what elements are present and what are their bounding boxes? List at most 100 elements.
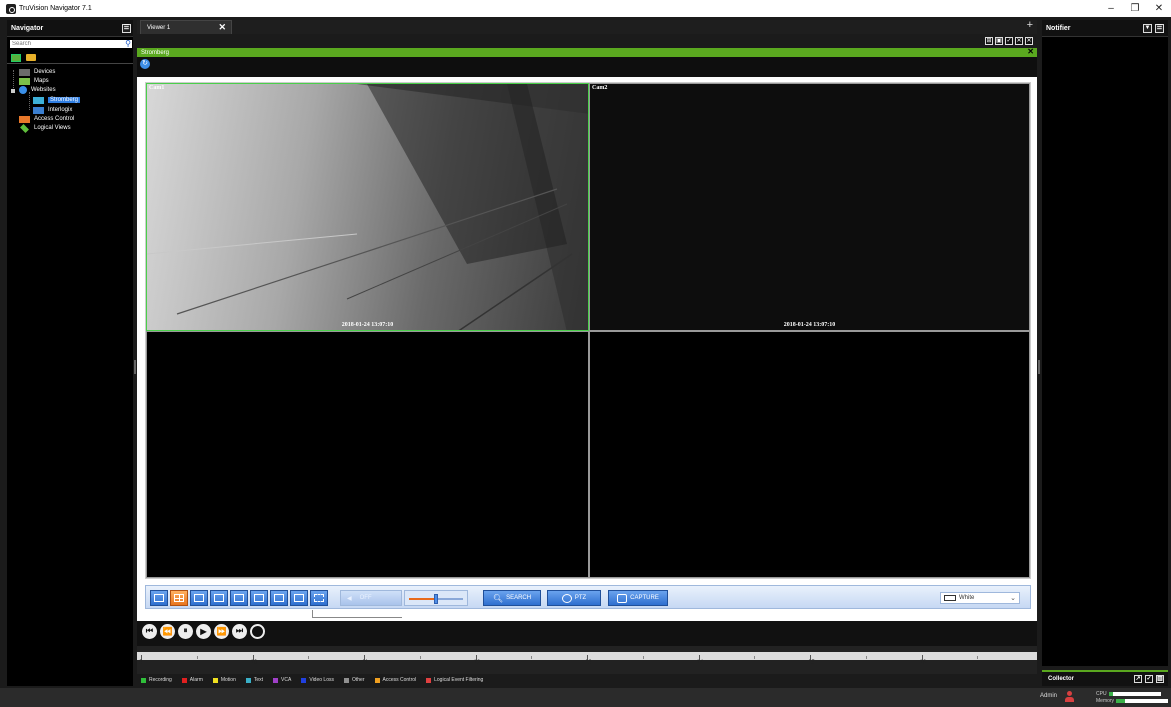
tab-label: Viewer 1	[147, 24, 171, 31]
timeline-minor-tick	[196, 656, 198, 659]
pause-icon[interactable]: ⏸	[178, 623, 193, 639]
memory-label: Memory	[1096, 697, 1115, 704]
play-icon[interactable]: ▶	[196, 623, 211, 639]
list-icon[interactable]: ☰	[1155, 24, 1164, 33]
camera-tile-2[interactable]: Cam2 2018-01-24 13:07:10	[589, 83, 1030, 331]
tab-viewer-1[interactable]: Viewer 1 ✕	[140, 20, 232, 34]
legend-item: Motion	[212, 677, 236, 683]
tree-item-interlogix[interactable]: Interlogix	[33, 106, 72, 114]
tree-item-label: Access Control	[34, 116, 75, 122]
website-icon	[33, 96, 44, 104]
fast-forward-icon[interactable]: ⏩	[214, 623, 229, 639]
legend-label: Motion	[220, 677, 236, 683]
add-tab-button[interactable]: +	[1027, 19, 1033, 31]
capture-label: CAPTURE	[630, 595, 659, 601]
window-controls: – ❐ ✕	[1099, 0, 1171, 17]
video-area: Cam1 2018-01-24 13:07:10 Cam2 2018-01-24…	[137, 77, 1037, 621]
layout-1plus12-button[interactable]	[270, 590, 288, 606]
checkmark-icon[interactable]: ✓	[1005, 37, 1013, 45]
record-icon[interactable]	[250, 623, 265, 639]
volume-slider[interactable]	[404, 590, 468, 606]
text-color-select[interactable]: White ⌄	[940, 592, 1020, 604]
refresh-icon[interactable]: ↻	[140, 59, 150, 69]
collapse-toggle[interactable]	[11, 89, 15, 93]
navigator-search-input[interactable]	[10, 40, 132, 48]
grid-layout-icon[interactable]: ⊞	[985, 37, 993, 45]
camera-label: Cam2	[592, 85, 608, 91]
add-site-icon[interactable]	[11, 53, 21, 62]
close-all-icon[interactable]: ✕	[1015, 37, 1023, 45]
tree-item-logical-views[interactable]: Logical Views	[19, 123, 71, 133]
layout-1plus5-button[interactable]	[210, 590, 228, 606]
filter-icon[interactable]: ▼	[1143, 24, 1152, 33]
save-view-icon[interactable]: ▣	[995, 37, 1003, 45]
camera-tile-1[interactable]: Cam1 2018-01-24 13:07:10	[146, 83, 589, 331]
audio-label: OFF	[359, 595, 372, 601]
video-control-bar: ◀ OFF 🔍︎ SEARCH PTZ CAPTURE White ⌄	[145, 585, 1031, 609]
close-view-icon[interactable]: ✕	[1025, 37, 1033, 45]
chevron-down-icon: ⌄	[1010, 595, 1016, 602]
folder-icon[interactable]	[26, 54, 36, 61]
viewer-sub-bar: ↻	[137, 57, 1037, 70]
tree-item-maps[interactable]: Maps	[19, 77, 49, 85]
timeline-hour-label: 15	[808, 660, 815, 666]
close-button[interactable]: ✕	[1147, 0, 1171, 17]
legend-swatch	[343, 677, 349, 683]
camera-tile-4[interactable]	[589, 331, 1030, 578]
timeline-minor-tick	[754, 656, 756, 659]
camera-feed-image	[147, 84, 588, 330]
tree-item-access-control[interactable]: Access Control	[19, 115, 74, 123]
camera-tile-3[interactable]	[146, 331, 589, 578]
splitter-grip[interactable]	[1038, 360, 1040, 374]
skip-end-icon[interactable]: ⏭	[232, 623, 247, 639]
audio-toggle-button[interactable]: ◀ OFF	[340, 590, 402, 606]
close-site-icon[interactable]: ✕	[1027, 47, 1034, 56]
current-user: Admin	[1040, 693, 1058, 699]
fullscreen-button[interactable]	[310, 590, 328, 606]
skip-start-icon[interactable]: ⏮	[142, 623, 157, 639]
legend-swatch	[245, 677, 251, 683]
volume-knob[interactable]	[434, 594, 438, 604]
website-icon	[33, 106, 44, 114]
tree-item-devices[interactable]: Devices	[19, 68, 55, 76]
checkmark-icon[interactable]: ✓	[1145, 675, 1153, 683]
event-legend: Recording Alarm Motion Text VCA Video Loss Oth…	[137, 674, 1037, 686]
timeline-axis[interactable]: 9 10 11 12 13 14 15 16	[137, 652, 1037, 666]
restore-button[interactable]: ❐	[1123, 0, 1147, 17]
navigator-menu-button[interactable]: ☰	[122, 24, 131, 33]
close-tab-icon[interactable]: ✕	[218, 22, 226, 33]
tree-item-websites[interactable]: Websites	[19, 86, 56, 94]
layout-custom-button[interactable]	[290, 590, 308, 606]
layout-1plus7-button[interactable]	[250, 590, 268, 606]
color-swatch	[944, 595, 956, 601]
navigator-tree: Devices Maps Websites Stromberg Interlog…	[7, 66, 135, 146]
legend-label: Other	[351, 677, 365, 683]
capture-button[interactable]: CAPTURE	[608, 590, 668, 606]
layout-3x3-button[interactable]	[190, 590, 208, 606]
timeline[interactable]: 9 10 11 12 13 14 15 16	[137, 646, 1037, 674]
search-icon[interactable]: ⚲	[125, 39, 131, 48]
search-button[interactable]: 🔍︎ SEARCH	[483, 590, 541, 606]
user-icon[interactable]	[1064, 691, 1074, 703]
splitter-grip[interactable]	[134, 360, 136, 374]
legend-swatch	[273, 677, 279, 683]
ptz-button[interactable]: PTZ	[547, 590, 601, 606]
tree-item-stromberg[interactable]: Stromberg	[33, 96, 81, 104]
legend-label: Video Loss	[309, 677, 334, 683]
rewind-icon[interactable]: ⏪	[160, 623, 175, 639]
minimize-button[interactable]: –	[1099, 0, 1123, 17]
devices-icon	[19, 68, 30, 76]
delete-icon[interactable]: ▥	[1156, 675, 1164, 683]
resource-meters: CPU Memory	[1096, 690, 1169, 704]
legend-swatch	[212, 677, 218, 683]
layout-1x1-button[interactable]	[150, 590, 168, 606]
legend-item: VCA	[273, 677, 291, 683]
legend-item: Text	[245, 677, 263, 683]
legend-swatch	[374, 677, 380, 683]
memory-meter-fill	[1116, 698, 1126, 703]
export-icon[interactable]: ↗	[1134, 675, 1142, 683]
timeline-minor-tick	[419, 656, 421, 659]
timeline-hour-label: 12	[473, 660, 481, 666]
layout-2x2-button[interactable]	[170, 590, 188, 606]
layout-4x4-button[interactable]	[230, 590, 248, 606]
